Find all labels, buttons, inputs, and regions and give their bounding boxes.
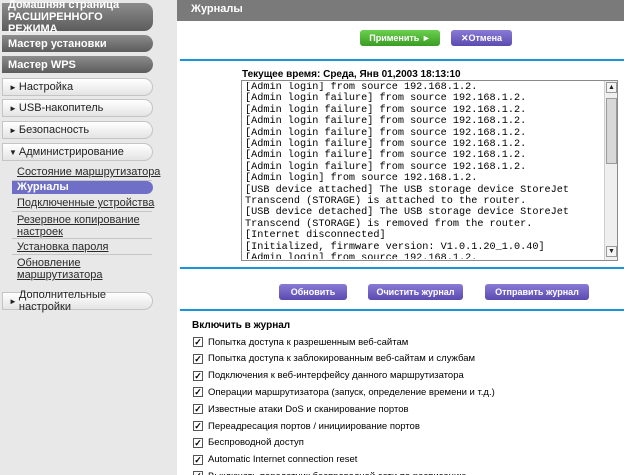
log-line: [Admin login failure] from source 192.16… (245, 150, 527, 162)
nav-usb-storage[interactable]: ► USB-накопитель (2, 99, 153, 117)
sidebar-item-logs[interactable]: Журналы (12, 181, 153, 194)
checkbox[interactable]: ✓ (193, 471, 203, 475)
log-line: [Admin login failure] from source 192.16… (245, 93, 527, 105)
cancel-button[interactable]: ✕Отмена (451, 30, 512, 46)
triangle-down-icon: ▼ (9, 147, 17, 157)
checkbox-label: Попытка доступа к разрешенным веб-сайтам (208, 336, 409, 348)
sidebar-item-attached-devices[interactable]: Подключенные устройства (17, 197, 154, 209)
log-line: [Internet disconnected] (245, 230, 386, 242)
checkbox[interactable]: ✓ (193, 454, 203, 465)
nav-advanced-settings[interactable]: ► Дополнительные настройки (2, 289, 153, 313)
nav-settings[interactable]: ► Настройка (2, 78, 153, 96)
include-option[interactable]: ✓ Известные атаки DoS и сканирование порт… (193, 403, 409, 415)
triangle-right-icon: ► (9, 125, 17, 135)
nav-wps-wizard-label: Мастер WPS (8, 58, 76, 71)
checkbox[interactable]: ✓ (193, 370, 203, 381)
checkbox-label: Беспроводной доступ (208, 437, 304, 449)
checkbox-label: Automatic Internet connection reset (208, 454, 358, 466)
divider (180, 267, 624, 269)
checkbox-label: Операции маршрутизатора (запуск, определ… (208, 386, 495, 398)
apply-button[interactable]: Применить ► (360, 30, 440, 46)
divider (12, 254, 152, 255)
sidebar-item-router-update[interactable]: Обновление маршрутизатора (17, 257, 137, 281)
log-line: [USB device detached] The USB storage de… (245, 207, 570, 219)
checkbox-label: Попытка доступа к заблокированным веб-са… (208, 353, 476, 365)
nav-security-label: Безопасность (18, 124, 90, 136)
checkbox[interactable]: ✓ (193, 353, 203, 364)
sidebar: Домашняя страница РАСШИРЕННОГО РЕЖИМА Ма… (0, 0, 177, 475)
sidebar-item-router-status[interactable]: Состояние маршрутизатора (17, 166, 160, 178)
nav-administration[interactable]: ▼ Администрирование (2, 143, 153, 161)
refresh-button[interactable]: Обновить (279, 284, 347, 300)
checkbox[interactable]: ✓ (193, 421, 203, 431)
nav-advanced-label: Дополнительные настройки (18, 289, 106, 313)
include-option[interactable]: ✓ Переадресация портов / инициирование по… (193, 420, 420, 432)
checkbox[interactable]: ✓ (193, 387, 203, 398)
nav-home-advanced[interactable]: Домашняя страница РАСШИРЕННОГО РЕЖИМА (2, 0, 153, 35)
include-option[interactable]: ✓ Попытка доступа к разрешенным веб-сайта… (193, 336, 408, 348)
current-time: Текущее время: Среда, Янв 01,2003 18:13:… (242, 69, 461, 80)
sidebar-item-backup-settings[interactable]: Резервное копирование настроек (17, 214, 147, 238)
include-option[interactable]: ✓ Подключения к веб-интерфейсу данного ма… (193, 370, 464, 382)
send-log-button[interactable]: Отправить журнал (485, 284, 589, 300)
scrollbar-thumb[interactable] (606, 98, 617, 164)
triangle-right-icon: ► (9, 82, 17, 92)
log-line: [Admin login] from source 192.168.1.2. (245, 82, 478, 93)
checkbox[interactable]: ✓ (193, 437, 203, 448)
log-line: [USB device attached] The USB storage de… (245, 184, 570, 196)
triangle-right-icon: ► (9, 103, 17, 113)
clear-log-button[interactable]: Очистить журнал (368, 284, 463, 300)
include-option[interactable]: ✓ Выключать передатчик беспроводной сети … (193, 470, 466, 475)
log-line: [Admin login failure] from source 192.16… (245, 127, 527, 139)
divider (180, 59, 624, 61)
divider (12, 238, 152, 239)
nav-wps-wizard[interactable]: Мастер WPS (2, 56, 153, 73)
nav-home-label: Домашняя страница РАСШИРЕННОГО РЕЖИМА (8, 0, 120, 35)
divider (180, 309, 624, 311)
log-line: [Admin login] from source 192.168.1.2. (245, 173, 478, 185)
log-text: [Admin login] from source 192.168.1.2. [A… (245, 82, 602, 259)
nav-administration-label: Администрирование (18, 146, 124, 158)
triangle-right-icon: ► (9, 296, 17, 306)
scroll-up-icon[interactable]: ▲ (606, 82, 617, 93)
log-line: Transcend (STORAGE) is attached to the r… (245, 196, 527, 208)
log-scrollbar[interactable]: ▲ ▼ (604, 81, 617, 260)
log-line: Transcend (STORAGE) is removed from the … (245, 218, 533, 230)
checkbox-label: Выключать передатчик беспроводной сети п… (208, 471, 466, 475)
page-title: Журналы (177, 0, 624, 21)
include-option[interactable]: ✓ Операции маршрутизатора (запуск, опреде… (193, 386, 495, 398)
include-option[interactable]: ✓ Automatic Internet connection reset (193, 454, 357, 466)
log-line: [Admin login failure] from source 192.16… (245, 161, 527, 173)
include-section-title: Включить в журнал (192, 320, 291, 331)
log-textarea[interactable]: [Admin login] from source 192.168.1.2. [A… (241, 80, 618, 261)
checkbox-label: Известные атаки DoS и сканирование порто… (208, 403, 409, 415)
nav-usb-label: USB-накопитель (18, 102, 104, 114)
checkbox-label: Подключения к веб-интерфейсу данного мар… (208, 370, 464, 382)
log-line: [Admin login failure] from source 192.16… (245, 116, 527, 128)
nav-setup-wizard[interactable]: Мастер установки (2, 35, 153, 52)
include-option[interactable]: ✓ Беспроводной доступ (193, 437, 304, 449)
sidebar-item-set-password[interactable]: Установка пароля (17, 241, 109, 253)
nav-settings-label: Настройка (18, 81, 74, 93)
log-line: [Admin login failure] from source 192.16… (245, 139, 527, 151)
divider (12, 211, 152, 212)
include-option[interactable]: ✓ Попытка доступа к заблокированным веб-с… (193, 353, 475, 365)
log-line: [Admin login failure] from source 192.16… (245, 104, 527, 116)
log-line: [Initialized, firmware version: V1.0.1.2… (245, 241, 545, 253)
checkbox[interactable]: ✓ (193, 404, 203, 415)
nav-setup-wizard-label: Мастер установки (8, 37, 107, 50)
nav-security[interactable]: ► Безопасность (2, 121, 153, 139)
scroll-down-icon[interactable]: ▼ (606, 246, 617, 257)
checkbox-label: Переадресация портов / инициирование пор… (208, 420, 420, 432)
checkbox[interactable]: ✓ (193, 337, 203, 347)
log-line: [Admin login] from source 192.168.1.2. (245, 253, 478, 259)
